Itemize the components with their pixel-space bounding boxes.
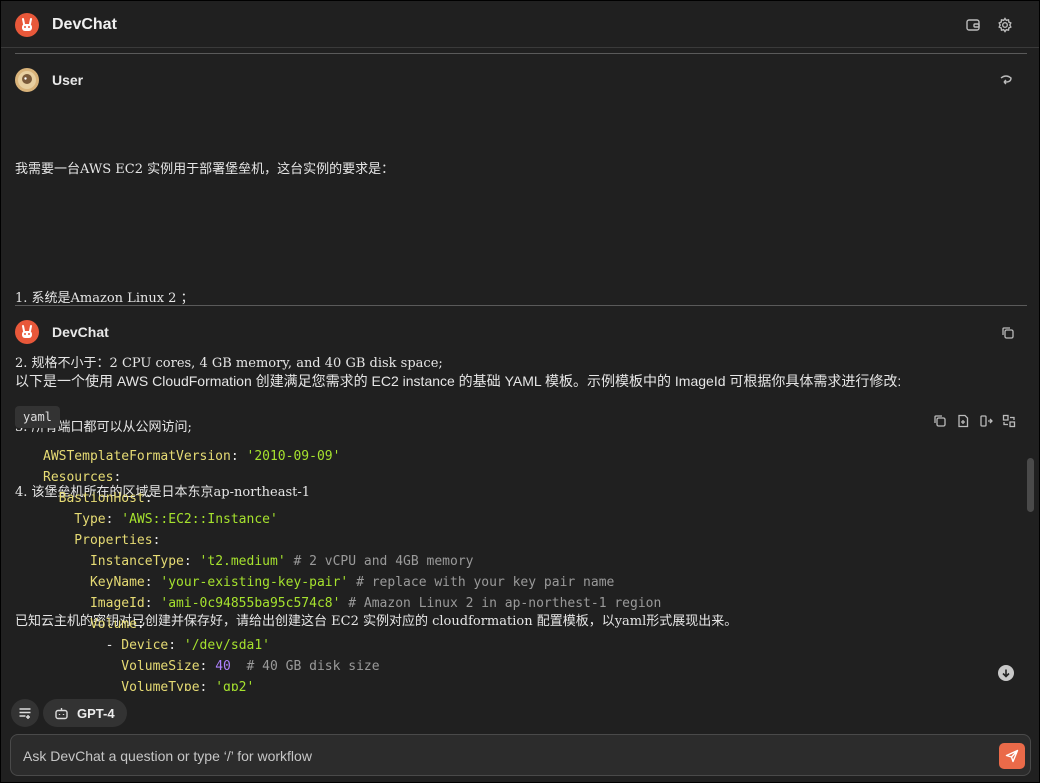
insert-file-icon[interactable]: [954, 412, 972, 430]
code-line: InstanceType: 't2.medium' # 2 vCPU and 4…: [43, 551, 474, 572]
user-avatar: [15, 68, 39, 92]
code-token: :: [144, 596, 161, 611]
user-message-line: 3. 所有端口都可以从公网访问;: [15, 420, 192, 435]
code-token: :: [183, 554, 200, 569]
insert-at-cursor-icon[interactable]: [977, 412, 995, 430]
send-button[interactable]: [999, 743, 1025, 769]
code-line: Resources:: [43, 467, 121, 488]
code-token: VolumeSize: [43, 659, 200, 674]
model-selector-button[interactable]: GPT-4: [43, 699, 127, 727]
copy-message-icon[interactable]: [999, 324, 1017, 342]
bot-message-header: DevChat: [15, 320, 109, 344]
code-token: 'ami-0c94855ba95c574c8': [160, 596, 341, 611]
code-token: :: [199, 680, 216, 691]
code-line: VolumeSize: 40 # 40 GB disk size: [43, 656, 380, 677]
code-token: Resources: [43, 470, 114, 485]
code-token: InstanceType: [43, 554, 184, 569]
code-token: Properties: [43, 533, 153, 548]
user-message-line: ​: [15, 224, 737, 246]
code-token: BastionHost: [43, 491, 145, 506]
code-token: 40: [215, 659, 231, 674]
chat-input[interactable]: [21, 735, 985, 777]
code-token: :: [113, 470, 122, 485]
code-block: AWSTemplateFormatVersion: '2010-09-09' Re…: [15, 441, 1027, 691]
divider: [15, 305, 1027, 306]
code-line: AWSTemplateFormatVersion: '2010-09-09': [43, 446, 340, 467]
reply-icon[interactable]: [997, 71, 1015, 89]
scroll-down-icon[interactable]: [998, 665, 1014, 681]
devchat-logo-icon: [15, 13, 39, 37]
code-line: Type: 'AWS::EC2::Instance': [43, 509, 278, 530]
code-line: - Device: '/dev/sda1': [43, 635, 270, 656]
code-token: :: [136, 617, 145, 632]
code-token: :: [199, 659, 216, 674]
code-line: VolumeType: 'gp2': [43, 677, 254, 691]
divider: [15, 53, 1027, 54]
robot-icon: [54, 706, 69, 721]
code-token: # 2 vCPU and 4GB memory: [285, 554, 474, 569]
code-token: -: [43, 638, 122, 653]
code-token: VolumeType: [43, 680, 200, 691]
bot-sender-name: DevChat: [52, 324, 109, 340]
devchat-panel: DevChat User 我需要一台AWS EC2 实例用于部署堡垒机，这台实例…: [0, 0, 1040, 783]
gear-icon[interactable]: [996, 16, 1014, 34]
code-token: '/dev/sda1': [183, 638, 270, 653]
code-toolbar: [926, 412, 1018, 430]
code-token: 'your-existing-key-pair': [160, 575, 349, 590]
code-language-tag: yaml: [15, 406, 60, 428]
code-token: :: [230, 449, 247, 464]
app-header: DevChat: [1, 1, 1039, 48]
code-token: 'gp2': [215, 680, 255, 691]
user-message-line: 我需要一台AWS EC2 实例用于部署堡垒机，这台实例的要求是：: [15, 162, 395, 177]
scrollbar[interactable]: [1027, 458, 1034, 512]
code-token: Type: [43, 512, 106, 527]
code-token: :: [152, 533, 161, 548]
code-token: :: [105, 512, 122, 527]
code-token: # Amazon Linux 2 in ap-northest-1 region: [340, 596, 662, 611]
code-token: KeyName: [43, 575, 145, 590]
code-line: BastionHost:: [43, 488, 153, 509]
code-token: :: [168, 638, 184, 653]
bot-intro-text: 以下是一个使用 AWS CloudFormation 创建满足您需求的 EC2 …: [15, 373, 902, 389]
code-token: # 40 GB disk size: [230, 659, 380, 674]
copy-code-icon[interactable]: [931, 412, 949, 430]
user-message-header: User: [15, 68, 83, 92]
chat-input-box: [10, 734, 1031, 777]
model-label: GPT-4: [77, 705, 115, 721]
code-line: KeyName: 'your-existing-key-pair' # repl…: [43, 572, 614, 593]
code-token: 'AWS::EC2::Instance': [121, 512, 278, 527]
app-title: DevChat: [52, 16, 117, 33]
user-message-line: 1. 系统是Amazon Linux 2 ；: [15, 291, 194, 306]
code-token: ImageId: [43, 596, 145, 611]
code-token: # replace with your key pair name: [348, 575, 615, 590]
menu-list-button[interactable]: [11, 699, 39, 727]
code-token: Device: [121, 638, 169, 653]
devchat-avatar: [15, 320, 39, 344]
code-token: AWSTemplateFormatVersion: [43, 449, 231, 464]
wallet-icon[interactable]: [964, 16, 982, 34]
code-token: 't2.medium': [199, 554, 286, 569]
user-sender-name: User: [52, 72, 84, 88]
diff-apply-icon[interactable]: [1000, 412, 1018, 430]
code-token: :: [144, 491, 153, 506]
code-token: :: [144, 575, 161, 590]
code-line: Volume:: [43, 614, 145, 635]
code-token: Volume: [43, 617, 137, 632]
code-line: ImageId: 'ami-0c94855ba95c574c8' # Amazo…: [43, 593, 661, 614]
code-line: Properties:: [43, 530, 160, 551]
code-token: '2010-09-09': [246, 449, 341, 464]
